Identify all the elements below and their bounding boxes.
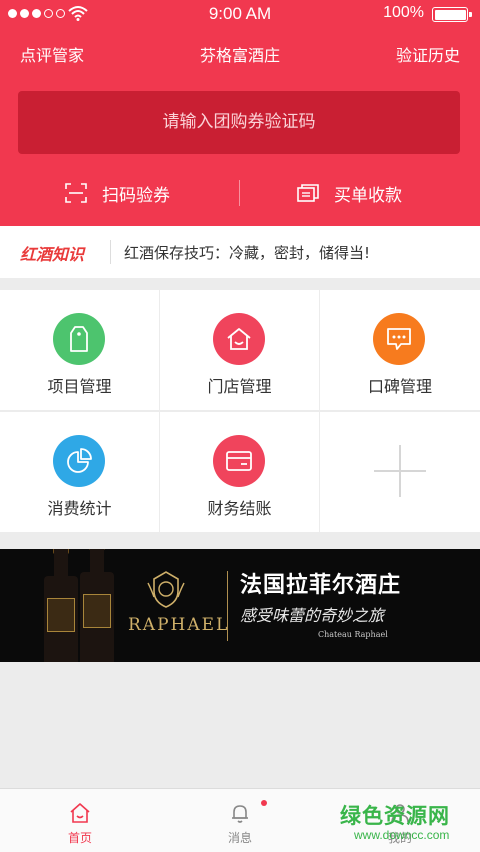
- grid-item-statistics[interactable]: 消费统计: [0, 412, 159, 532]
- grid-item-label: 项目管理: [47, 377, 112, 396]
- scan-voucher-label: 扫码验券: [102, 185, 170, 206]
- card-icon: [213, 435, 265, 487]
- grid-item-project[interactable]: 项目管理: [0, 290, 159, 410]
- grid-item-label: 消费统计: [47, 499, 112, 518]
- grid-item-finance[interactable]: 财务结账: [160, 412, 319, 532]
- checkout-button[interactable]: 买单收款: [296, 170, 402, 216]
- knowledge-label: 红酒知识: [20, 245, 85, 264]
- knowledge-text: 红酒保存技巧：冷藏，密封，储得当!: [124, 244, 371, 262]
- banner-divider: [227, 571, 228, 641]
- brand-name: RAPHAEL: [128, 615, 230, 635]
- grid-item-store[interactable]: 门店管理: [160, 290, 319, 410]
- scan-icon: [65, 183, 87, 203]
- tab-messages-label: 消息: [227, 831, 252, 845]
- header: 9:00 AM 100% 点评管家 芬格富酒庄 验证历史 扫码验券 买单收款: [0, 0, 480, 226]
- grid-item-add[interactable]: [320, 412, 480, 532]
- watermark-name: 绿色资源网: [340, 804, 450, 828]
- knowledge-divider: [110, 240, 111, 264]
- tag-icon: [53, 313, 105, 365]
- nav-left-link[interactable]: 点评管家: [20, 42, 84, 66]
- action-divider: [239, 180, 240, 206]
- watermark-url: www.downcc.com: [354, 828, 450, 842]
- wine-bottle-image: [80, 549, 114, 662]
- promo-banner[interactable]: RAPHAEL 法国拉菲尔酒庄 感受味蕾的奇妙之旅 Chateau Raphae…: [0, 549, 480, 662]
- tab-home-label: 首页: [67, 831, 92, 845]
- status-bar: 9:00 AM 100%: [0, 0, 480, 28]
- grid-item-label: 口碑管理: [367, 377, 432, 396]
- store-icon: [213, 313, 265, 365]
- checkout-label: 买单收款: [334, 185, 402, 206]
- chat-icon: [373, 313, 425, 365]
- voucher-code-input[interactable]: [18, 91, 460, 154]
- wine-bottle-image: [44, 549, 78, 662]
- tab-home[interactable]: 首页: [0, 789, 160, 852]
- quick-actions: 扫码验券 买单收款: [0, 170, 480, 216]
- grid-item-label: 财务结账: [207, 499, 272, 518]
- scan-voucher-button[interactable]: 扫码验券: [64, 170, 170, 216]
- bell-icon: [232, 805, 248, 823]
- tab-messages[interactable]: 消息: [160, 789, 320, 852]
- home-icon: [70, 803, 90, 823]
- crest-logo-icon: [147, 571, 185, 608]
- unread-badge: [261, 800, 267, 806]
- watermark: 绿色资源网 www.downcc.com: [340, 800, 470, 842]
- verify-history-link[interactable]: 验证历史: [396, 42, 460, 66]
- receipt-icon: [297, 184, 319, 202]
- battery-percent: 100%: [383, 4, 424, 21]
- banner-subtitle: 感受味蕾的奇妙之旅: [240, 606, 385, 625]
- wine-knowledge-bar[interactable]: 红酒知识 红酒保存技巧：冷藏，密封，储得当!: [0, 226, 480, 278]
- function-grid: 项目管理 门店管理 口碑管理 消费统计 财务结账: [0, 290, 480, 533]
- battery-icon: [432, 7, 472, 22]
- pie-chart-icon: [53, 435, 105, 487]
- grid-item-reputation[interactable]: 口碑管理: [320, 290, 480, 410]
- grid-item-label: 门店管理: [207, 377, 272, 396]
- banner-title: 法国拉菲尔酒庄: [240, 573, 402, 598]
- banner-small-text: Chateau Raphael: [318, 630, 388, 639]
